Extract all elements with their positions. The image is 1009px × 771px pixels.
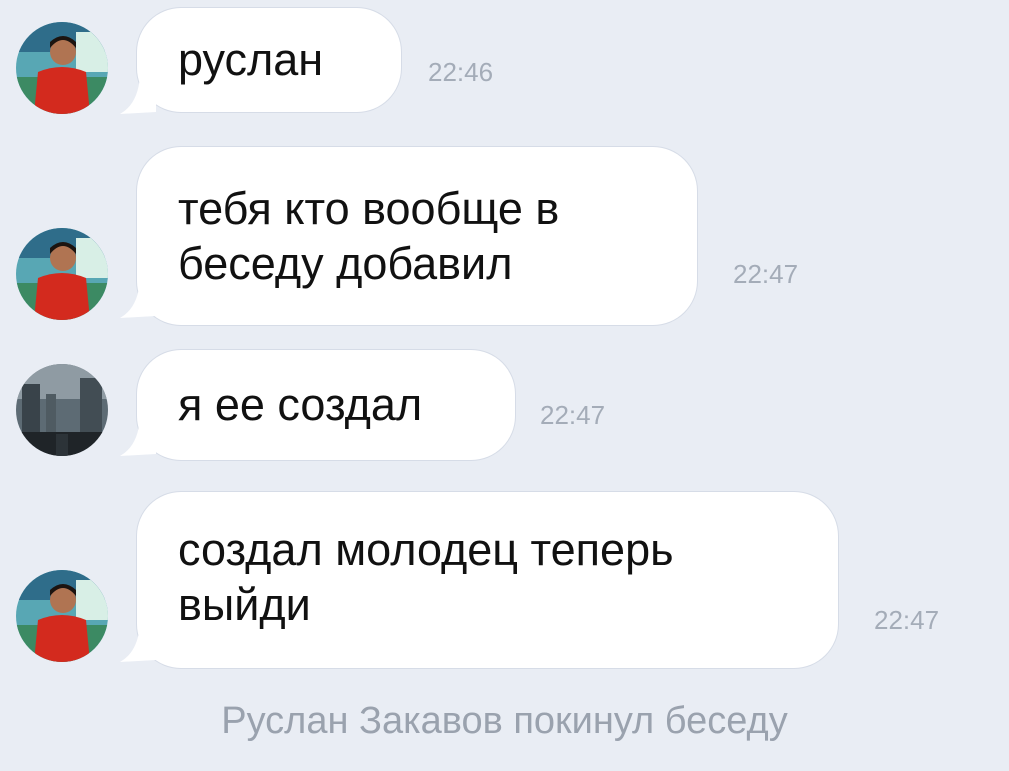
message-row: я ее создал 22:47 xyxy=(0,340,1009,480)
message-text: я ее создал xyxy=(178,379,423,430)
boy-red-shirt-avatar[interactable] xyxy=(16,22,108,114)
message-row: тебя кто вообще в беседу добавил 22:47 xyxy=(0,140,1009,340)
message-bubble[interactable]: я ее создал xyxy=(137,350,515,460)
dark-street-icon xyxy=(16,364,108,456)
message-row: создал молодец теперь выйди 22:47 xyxy=(0,480,1009,680)
message-row: руслан 22:46 xyxy=(0,0,1009,140)
boy-red-shirt-avatar[interactable] xyxy=(16,228,108,320)
message-bubble[interactable]: тебя кто вообще в беседу добавил xyxy=(137,147,697,325)
bubble-tail xyxy=(120,76,156,114)
bubble-tail xyxy=(120,624,156,662)
message-text: тебя кто вообще в беседу добавил xyxy=(178,183,560,289)
message-text: руслан xyxy=(178,34,324,85)
message-time: 22:47 xyxy=(540,400,606,430)
boy-red-shirt-icon xyxy=(16,570,108,662)
message-bubble[interactable]: создал молодец теперь выйди xyxy=(137,492,838,668)
boy-red-shirt-avatar[interactable] xyxy=(16,570,108,662)
dark-street-avatar[interactable] xyxy=(16,364,108,456)
message-time: 22:47 xyxy=(733,259,799,289)
message-bubble[interactable]: руслан xyxy=(137,8,401,112)
chat-conversation: руслан 22:46 тебя кто вообще в беседу до… xyxy=(0,0,1009,771)
bubble-tail xyxy=(120,280,156,318)
message-text: создал молодец теперь выйди xyxy=(178,524,674,630)
message-time: 22:46 xyxy=(428,57,494,87)
bubble-tail xyxy=(120,418,156,456)
system-note-user-left: Руслан Закавов покинул беседу xyxy=(221,700,788,742)
boy-red-shirt-icon xyxy=(16,228,108,320)
boy-red-shirt-icon xyxy=(16,22,108,114)
message-time: 22:47 xyxy=(874,605,940,635)
